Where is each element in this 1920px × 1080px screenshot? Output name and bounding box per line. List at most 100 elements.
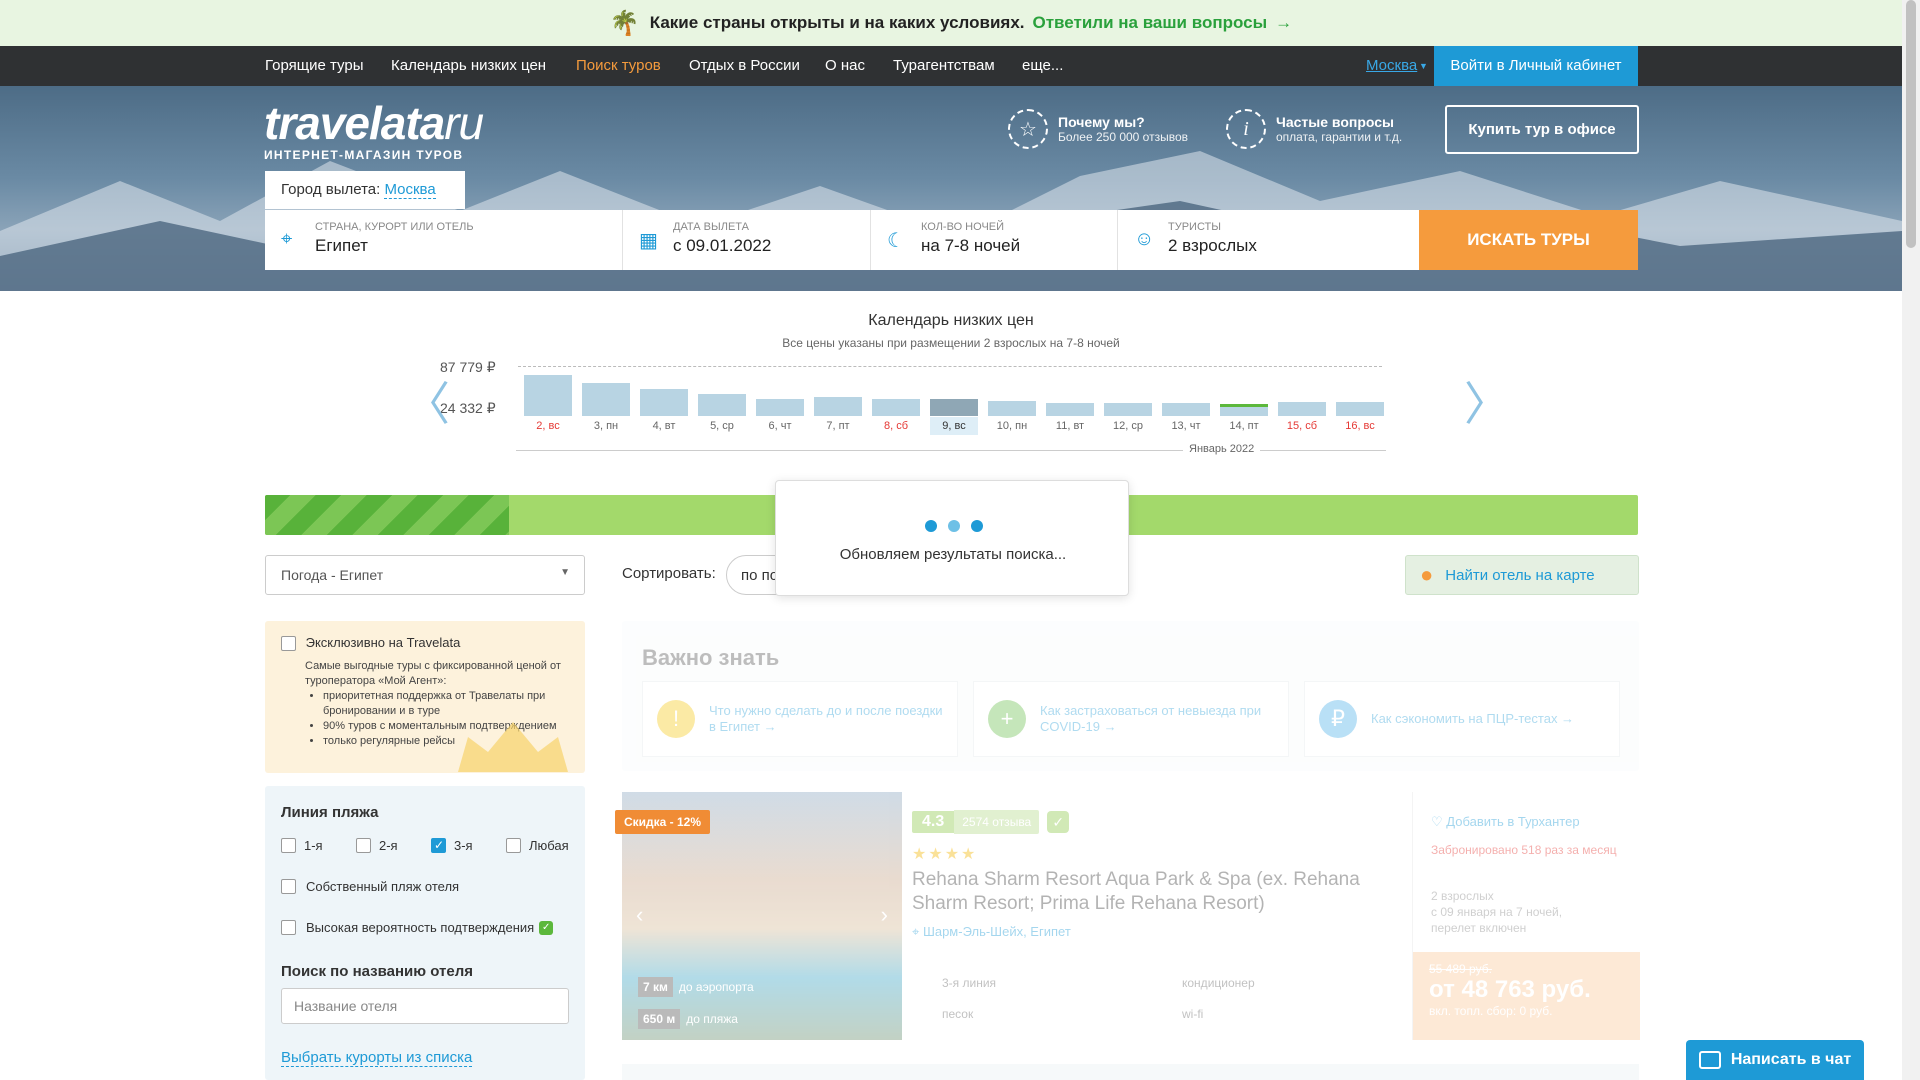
price-bar[interactable] [1336,402,1384,416]
date-tick-label[interactable]: 4, вт [640,417,688,435]
info-card[interactable]: ₽ Как сэкономить на ПЦР-тестах → [1304,681,1620,757]
price-bar[interactable] [640,389,688,416]
scrollbar-thumb[interactable] [1906,0,1916,248]
search-tours-button[interactable]: ИСКАТЬ ТУРЫ [1419,210,1638,270]
departure-city-tab[interactable]: Город вылета: Москва [265,171,465,209]
checkbox[interactable] [281,920,296,935]
chat-button[interactable]: Написать в чат [1686,1040,1864,1080]
price-bar[interactable] [1162,402,1210,416]
promo-link[interactable]: Ответили на ваши вопросы [1033,13,1268,33]
faq[interactable]: i Частые вопросы оплата, гарантии и т.д. [1226,109,1402,149]
hotel-card[interactable]: ‹ › 7 км до аэропорта 650 м до пляжа 4.3 2… [622,792,1640,1040]
loading-dot [925,520,937,532]
nav-hot-tours[interactable]: Горящие туры [265,46,363,86]
nav-tour-search[interactable]: Поиск туров [576,46,661,86]
beach-option-any[interactable]: Любая [506,838,569,853]
date-tick-label[interactable]: 3, пн [582,417,630,435]
nights-field[interactable]: ☾ КОЛ-ВО НОЧЕЙ на 7-8 ночей [871,210,1118,270]
price-bar[interactable] [698,394,746,416]
checkbox[interactable] [281,838,296,853]
price-bar[interactable] [988,400,1036,416]
date-label: ДАТА ВЫЛЕТА [673,221,749,233]
sand-amenity: песок [942,1007,974,1021]
date-tick-label[interactable]: 8, сб [872,417,920,435]
info-card[interactable]: ! Что нужно сделать до и после поездки в… [642,681,958,757]
exclusive-bullet: приоритетная поддержка от Травелаты при … [323,689,569,719]
tourists-field[interactable]: ☺ ТУРИСТЫ 2 взрослых [1118,210,1419,270]
beach-option-1[interactable]: 1-я [281,838,323,853]
date-tick-label[interactable]: 2, вс [524,417,572,435]
nav-about[interactable]: О нас [825,46,865,86]
departure-city[interactable]: Москва [384,181,436,199]
buy-in-office-button[interactable]: Купить тур в офисе [1445,105,1639,154]
price-bar[interactable] [582,382,630,416]
date-field[interactable]: ▦ ДАТА ВЫЛЕТА с 09.01.2022 [623,210,871,270]
checkbox[interactable] [281,879,296,894]
price-bar[interactable] [930,399,978,416]
date-tick-label[interactable]: 14, пт [1220,417,1268,435]
info-card[interactable]: + Как застраховаться от невыезда при COV… [973,681,1289,757]
exclusive-checkbox[interactable] [281,636,296,652]
price-bar[interactable] [1220,403,1268,416]
caret-down-icon[interactable]: ▼ [1419,46,1428,86]
beach-option-2[interactable]: 2-я [356,838,398,853]
price-bar[interactable] [756,398,804,416]
price-bar[interactable] [872,398,920,416]
date-tick-label[interactable]: 12, ср [1104,417,1152,435]
price-bar[interactable] [1278,402,1326,416]
date-tick-label[interactable]: 7, пт [814,417,862,435]
beach-line-title: Линия пляжа [281,804,379,821]
price-bar[interactable] [524,375,572,416]
tour-details: 2 взрослых с 09 января на 7 ночей, перел… [1431,888,1631,936]
date-tick-label[interactable]: 6, чт [756,417,804,435]
hotel-location[interactable]: ⌖ Шарм-Эль-Шейх, Египет [912,924,1071,940]
checkbox[interactable] [356,838,371,853]
find-on-map-button[interactable]: ● Найти отель на карте [1405,555,1639,595]
hotel-name[interactable]: Rehana Sharm Resort Aqua Park & Spa (ex.… [912,868,1392,916]
login-button[interactable]: Войти в Личный кабинет [1434,46,1638,86]
search-bar: ⌖ СТРАНА, КУРОРТ ИЛИ ОТЕЛЬ Египет ▦ ДАТА… [265,210,1419,270]
weather-dropdown[interactable]: Погода - Египет ▼ [265,555,585,595]
nav-low-price-calendar[interactable]: Календарь низких цен [391,46,546,86]
checkbox-checked[interactable] [431,838,446,853]
max-price-line [518,366,1382,367]
price-box[interactable]: 55 489 руб. от 48 763 руб. вкл. топл. сб… [1413,952,1640,1040]
high-confirm-option[interactable]: Высокая вероятность подтверждения ✓ [281,920,554,935]
date-tick-label[interactable]: 10, пн [988,417,1036,435]
date-tick-label[interactable]: 16, вс [1336,417,1384,435]
price-bar[interactable] [1104,403,1152,416]
ac-amenity: кондиционер [1182,976,1255,990]
add-to-wishlist[interactable]: ♡ Добавить в Турхантер [1431,814,1580,830]
date-tick-label[interactable]: 9, вс [930,417,978,435]
date-tick-label[interactable]: 5, ср [698,417,746,435]
why-us[interactable]: ☆ Почему мы? Более 250 000 отзывов [1008,109,1188,149]
hotel-location-text: Шарм-Эль-Шейх, Египет [922,924,1071,939]
discount-badge: Скидка - 12% [615,810,711,834]
chevron-right-icon[interactable]: 〉 [1464,368,1510,434]
price-bar[interactable] [1046,402,1094,416]
own-beach-option[interactable]: Собственный пляж отеля [281,879,459,894]
arrow-right-icon[interactable]: → [1275,13,1292,33]
select-resorts-link[interactable]: Выбрать курорты из списка [281,1049,473,1067]
beach-option-3[interactable]: 3-я [431,838,473,853]
logo[interactable]: travelataru ИНТЕРНЕТ-МАГАЗИН ТУРОВ [264,100,484,162]
tour-flight: перелет включен [1431,921,1527,935]
nav-russia[interactable]: Отдых в России [689,46,800,86]
hotel-name-input[interactable]: Название отеля [281,988,569,1024]
nav-agencies[interactable]: Турагентствам [893,46,995,86]
price-bar[interactable] [814,396,862,416]
info-card-text: Как сэкономить на ПЦР-тестах → [1371,711,1575,726]
city-select[interactable]: Москва [1366,46,1417,86]
checkbox[interactable] [506,838,521,853]
chevron-left-icon[interactable]: 〈 [404,368,450,434]
date-tick-label[interactable]: 13, чт [1162,417,1210,435]
chevron-left-icon[interactable]: ‹ [636,902,643,928]
date-tick-label[interactable]: 15, сб [1278,417,1326,435]
nav-more[interactable]: еще... [1022,46,1063,86]
info-card-text: Что нужно сделать до и после поездки в Е… [709,703,943,734]
date-tick-label[interactable]: 11, вт [1046,417,1094,435]
chevron-right-icon[interactable]: › [881,902,888,928]
promo-text: Какие страны открыты и на каких условиях… [649,13,1025,32]
rating[interactable]: 4.3 2574 отзыва ✓ [912,810,1070,834]
destination-field[interactable]: ⌖ СТРАНА, КУРОРТ ИЛИ ОТЕЛЬ Египет [265,210,623,270]
